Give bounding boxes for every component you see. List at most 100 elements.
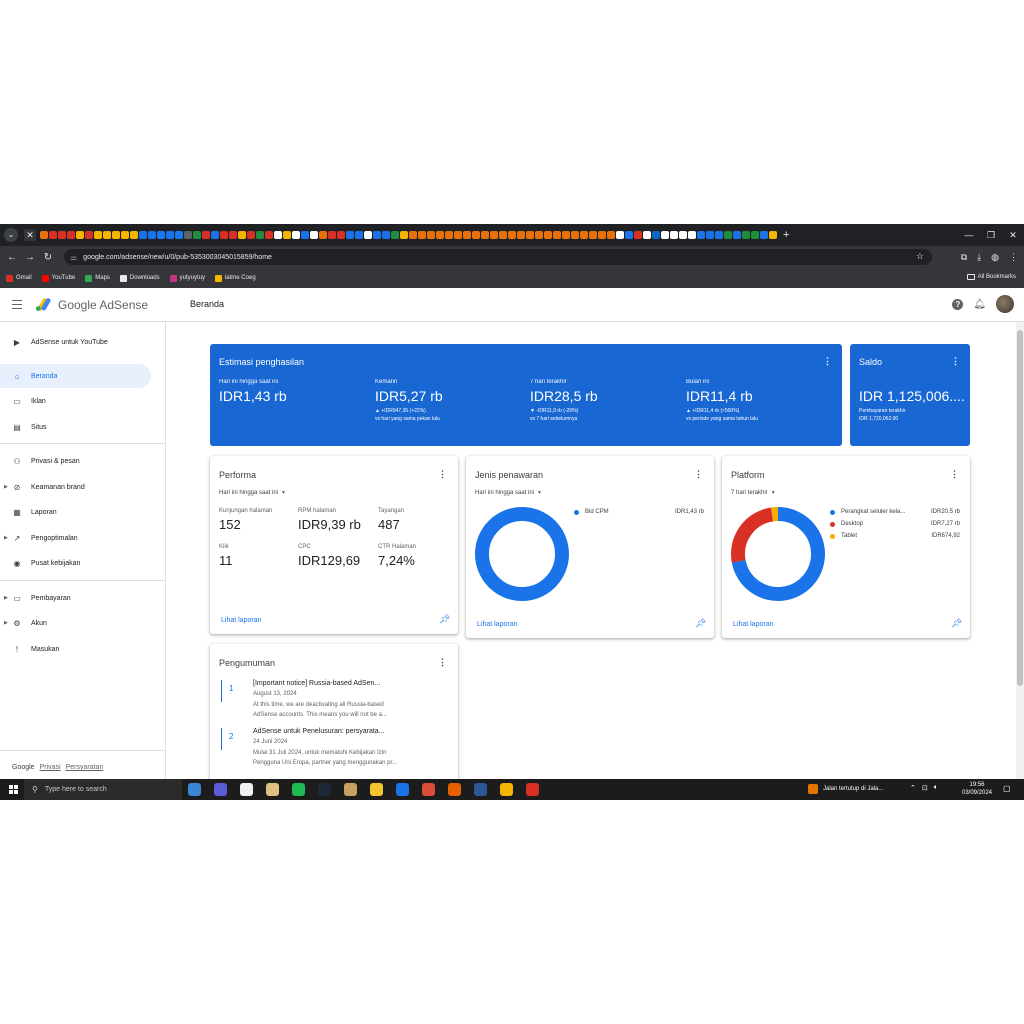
tab-favicon[interactable] — [400, 231, 408, 239]
tab-favicon[interactable] — [130, 231, 138, 239]
tab-favicon[interactable] — [490, 231, 498, 239]
tab-favicon[interactable] — [526, 231, 534, 239]
site-info-icon[interactable]: ⚌ — [70, 253, 77, 262]
tab-favicon[interactable] — [589, 231, 597, 239]
tab-favicon[interactable] — [292, 231, 300, 239]
tab-favicon[interactable] — [184, 231, 192, 239]
tab-favicon[interactable] — [139, 231, 147, 239]
more-vert-icon[interactable]: ⋮ — [438, 469, 447, 480]
more-vert-icon[interactable]: ⋮ — [438, 657, 447, 668]
tab-favicon[interactable] — [58, 231, 66, 239]
restore-icon[interactable]: ❐ — [980, 230, 1002, 241]
taskbar-search-box[interactable]: ⚲ Type here to search — [24, 779, 182, 800]
pin-icon[interactable]: 📌︎ — [951, 618, 962, 629]
sidebar-item-youtube[interactable]: ▶ AdSense untuk YouTube — [0, 330, 151, 354]
tab-favicon[interactable] — [436, 231, 444, 239]
tab-favicon[interactable] — [301, 231, 309, 239]
tab-favicon[interactable] — [238, 231, 246, 239]
tab-favicon[interactable] — [112, 231, 120, 239]
tab-favicon[interactable] — [328, 231, 336, 239]
tab-favicon[interactable] — [418, 231, 426, 239]
tab-favicon[interactable] — [571, 231, 579, 239]
more-vert-icon[interactable]: ⋮ — [951, 356, 960, 367]
tab-favicon[interactable] — [508, 231, 516, 239]
chrome-menu-icon[interactable]: ⋮ — [1009, 252, 1018, 263]
tab-favicon[interactable] — [688, 231, 696, 239]
tab-favicon[interactable] — [742, 231, 750, 239]
pin-icon[interactable]: 📌︎ — [439, 614, 450, 625]
tab-favicon[interactable] — [265, 231, 273, 239]
sidebar-item-pengoptimalan[interactable]: ▶ ↗ Pengoptimalan — [0, 526, 151, 550]
close-tab-icon[interactable]: ✕ — [24, 229, 36, 241]
sidebar-item-privasi[interactable]: ⚇ Privasi & pesan — [0, 449, 151, 473]
bookmark-yutyuytuy[interactable]: yutyuytuy — [169, 274, 205, 282]
taskbar-app-icon[interactable] — [344, 783, 357, 796]
taskbar-app-icon[interactable] — [318, 783, 331, 796]
help-icon[interactable]: ? — [952, 298, 964, 310]
tab-favicon[interactable] — [409, 231, 417, 239]
tab-favicon[interactable] — [157, 231, 165, 239]
tab-favicon[interactable] — [499, 231, 507, 239]
view-report-link[interactable]: Lihat laporan — [221, 617, 261, 624]
bookmark-youtube[interactable]: YouTube — [41, 274, 75, 282]
tab-favicon[interactable] — [121, 231, 129, 239]
taskbar-app-icon[interactable] — [240, 783, 253, 796]
taskbar-app-icon[interactable] — [500, 783, 513, 796]
tab-favicon[interactable] — [463, 231, 471, 239]
scrollbar-thumb[interactable] — [1017, 330, 1023, 686]
url-field[interactable]: ⚌ google.com/adsense/new/u/0/pub-5353003… — [64, 249, 932, 265]
tab-favicon[interactable] — [256, 231, 264, 239]
sidebar-item-iklan[interactable]: ▭ Iklan — [0, 389, 151, 413]
view-report-link[interactable]: Lihat laporan — [477, 621, 517, 628]
tab-favicon[interactable] — [652, 231, 660, 239]
view-report-link[interactable]: Lihat laporan — [733, 621, 773, 628]
pin-icon[interactable]: 📌︎ — [695, 618, 706, 629]
taskbar-app-icon[interactable] — [396, 783, 409, 796]
sidebar-item-masukan[interactable]: ! Masukan — [0, 637, 151, 661]
tab-favicon[interactable] — [427, 231, 435, 239]
tab-favicon[interactable] — [94, 231, 102, 239]
tab-favicon[interactable] — [229, 231, 237, 239]
donut-slice[interactable] — [731, 507, 774, 563]
tab-favicon[interactable] — [634, 231, 642, 239]
tab-favicon[interactable] — [49, 231, 57, 239]
tab-favicon[interactable] — [616, 231, 624, 239]
tab-favicon[interactable] — [580, 231, 588, 239]
tab-favicon[interactable] — [337, 231, 345, 239]
notifications-bell-icon[interactable]: 🔔︎ — [973, 299, 986, 310]
donut-slice[interactable] — [475, 507, 569, 601]
tab-favicon[interactable] — [445, 231, 453, 239]
privacy-link[interactable]: Privasi — [40, 764, 61, 771]
taskbar-app-icon[interactable] — [448, 783, 461, 796]
pinned-tabs[interactable] — [40, 231, 777, 239]
tab-favicon[interactable] — [211, 231, 219, 239]
sidebar-item-akun[interactable]: ▶ ⚙ Akun — [0, 611, 151, 635]
tab-favicon[interactable] — [319, 231, 327, 239]
tab-favicon[interactable] — [67, 231, 75, 239]
taskbar-app-icon[interactable] — [474, 783, 487, 796]
tab-favicon[interactable] — [76, 231, 84, 239]
taskbar-app-icon[interactable] — [422, 783, 435, 796]
reload-icon[interactable]: ↻ — [39, 252, 57, 263]
tab-favicon[interactable] — [625, 231, 633, 239]
sidebar-item-pembayaran[interactable]: ▶ ▭ Pembayaran — [0, 586, 151, 610]
tab-favicon[interactable] — [310, 231, 318, 239]
avatar[interactable] — [996, 295, 1014, 313]
tab-favicon[interactable] — [355, 231, 363, 239]
tab-favicon[interactable] — [103, 231, 111, 239]
bookmark-downloads[interactable]: Downloads — [119, 274, 160, 282]
tab-favicon[interactable] — [544, 231, 552, 239]
taskbar-app-icon[interactable] — [266, 783, 279, 796]
taskbar-app-icon[interactable] — [370, 783, 383, 796]
extensions-icon[interactable]: ⧉ — [961, 252, 967, 263]
tab-favicon[interactable] — [598, 231, 606, 239]
download-icon[interactable]: ⤓ — [977, 252, 981, 263]
taskbar-app-icon[interactable] — [214, 783, 227, 796]
tab-favicon[interactable] — [697, 231, 705, 239]
tab-favicon[interactable] — [679, 231, 687, 239]
sidebar-item-keamanan-brand[interactable]: ▶ ⊘ Keamanan brand — [0, 475, 151, 499]
sidebar-item-pusat-kebijakan[interactable]: ◉ Pusat kebijakan — [0, 551, 151, 575]
tab-favicon[interactable] — [175, 231, 183, 239]
tab-favicon[interactable] — [373, 231, 381, 239]
page-scrollbar[interactable] — [1016, 322, 1024, 779]
